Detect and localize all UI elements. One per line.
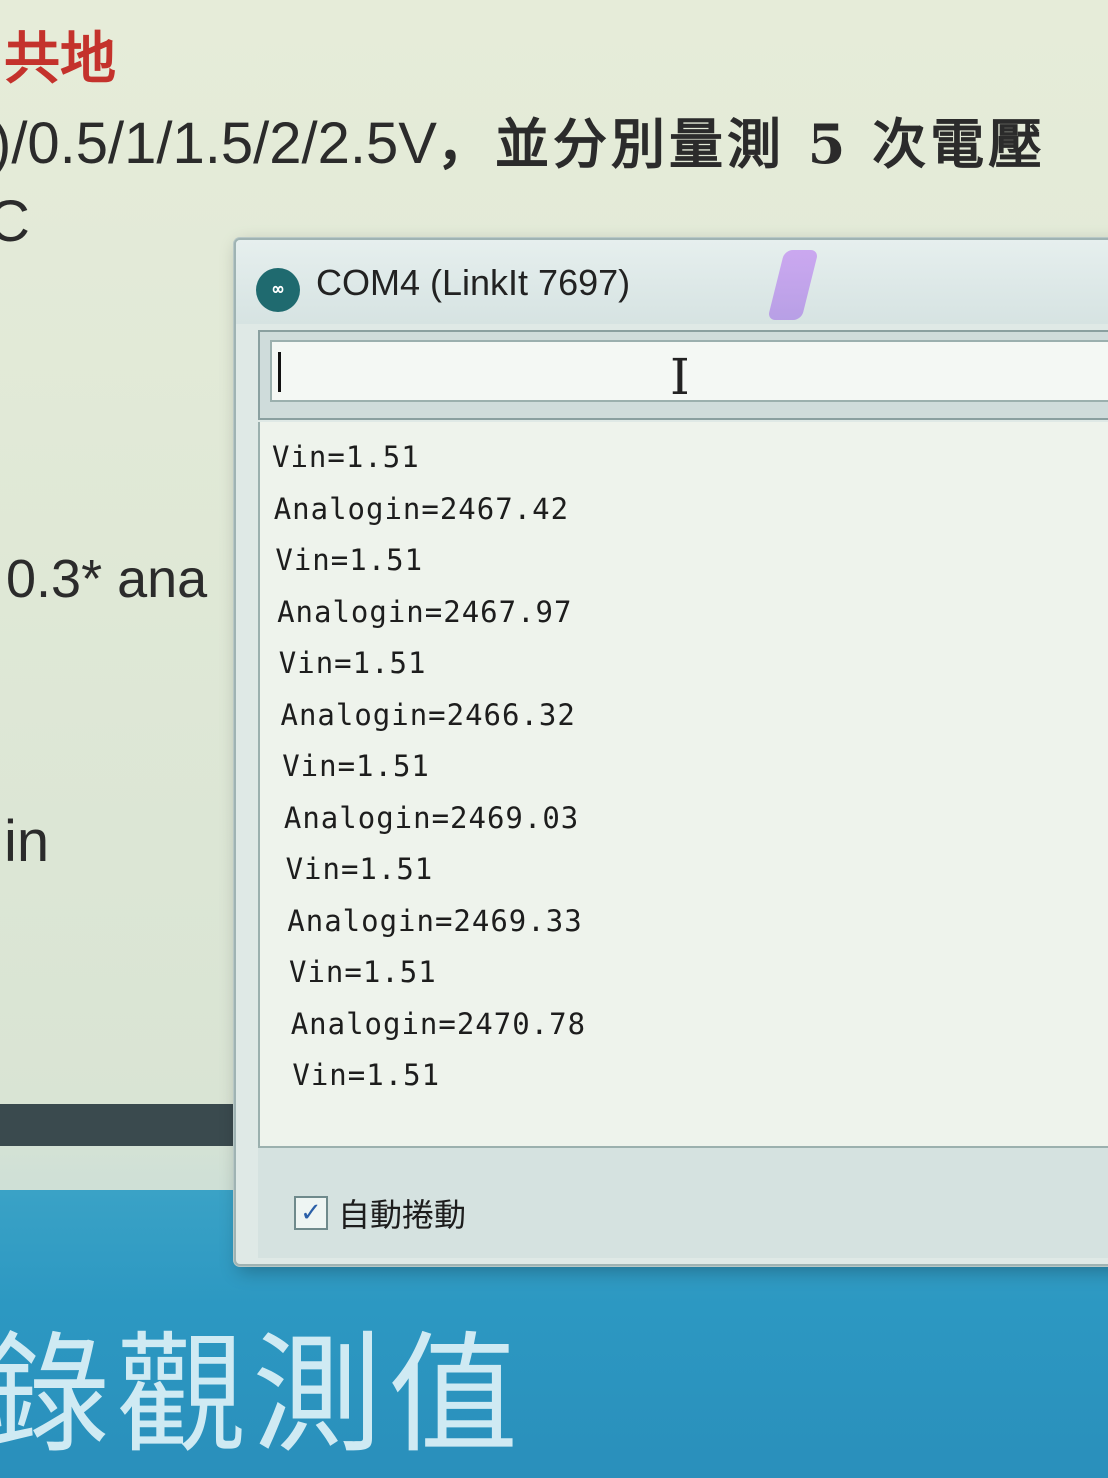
window-title: COM4 (LinkIt 7697) [316,262,631,303]
text-caret [278,352,281,392]
autoscroll-checkbox[interactable]: ✓ [294,1196,328,1230]
serial-output[interactable]: Vin=1.51 Analogin=2467.42 Vin=1.51 Analogin… [258,422,1108,1148]
slide-in-text: in [4,809,50,874]
arduino-logo-icon: ∞ [256,268,300,312]
output-line: Vin=1.51 [282,749,430,783]
serial-monitor-window: ∞ COM4 (LinkIt 7697) I Vin=1.51 Analogin=… [234,238,1108,1266]
output-line: Analogin=2469.03 [283,800,580,835]
output-line: Vin=1.51 [292,1058,441,1092]
serial-input-frame: I [258,330,1108,420]
output-line: Vin=1.51 [278,646,427,680]
output-line: Vin=1.51 [275,543,424,577]
slide-measure-text: ，並分別量測 5 次電壓 [436,112,1047,176]
screen-glare [767,250,819,320]
output-line: Analogin=2466.32 [280,697,576,732]
slide-footer-text: 錄觀測值 [0,1319,525,1471]
output-line: Vin=1.51 [272,440,420,474]
slide-line-voltages: )/0.5/1/1.5/2/2.5V，並分別量測 5 次電壓 [0,100,1046,179]
ibeam-cursor-icon: I [670,348,690,406]
autoscroll-toggle[interactable]: ✓ 自動捲動 [294,1190,466,1236]
slide-formula: 0.3* ana [6,549,208,609]
output-line: Analogin=2467.42 [273,491,570,526]
output-line: Analogin=2470.78 [290,1006,587,1041]
output-line: Vin=1.51 [289,955,437,989]
output-line: Analogin=2467.97 [277,594,573,629]
slide-line-3: C [0,189,30,254]
slide-voltages-text: )/0.5/1/1.5/2/2.5V [0,111,437,176]
slide-heading: 共地 [4,26,116,92]
autoscroll-label: 自動捲動 [338,1196,467,1234]
status-bar: ✓ 自動捲動 [258,1148,1108,1258]
title-bar[interactable]: ∞ COM4 (LinkIt 7697) [236,240,1108,324]
output-line: Vin=1.51 [285,852,434,886]
output-line: Analogin=2469.33 [287,903,583,938]
